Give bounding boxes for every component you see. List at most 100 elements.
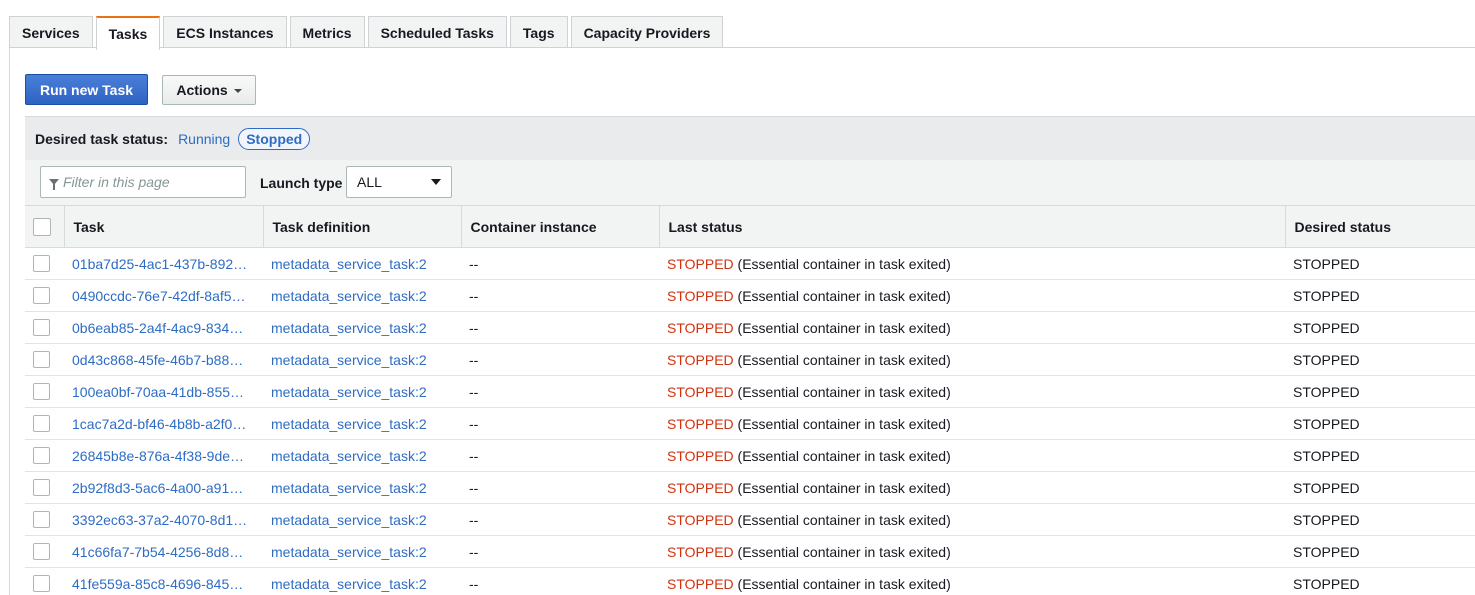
filter-input[interactable]	[63, 174, 243, 190]
last-status-cell: STOPPED (Essential container in task exi…	[659, 407, 1285, 440]
launch-type-value: ALL	[357, 174, 382, 190]
last-status-value: STOPPED	[667, 479, 734, 496]
last-status-reason: (Essential container in task exited)	[737, 383, 951, 400]
row-select-cell	[25, 535, 64, 568]
status-option-running[interactable]: Running	[178, 131, 230, 147]
task-definition-link[interactable]: metadata_service_task:2	[263, 567, 461, 595]
desired-status-value: STOPPED	[1285, 279, 1475, 312]
table-row[interactable]: 26845b8e-876a-4f38-9de… metadata_service_…	[25, 439, 1475, 472]
filter-bar: Launch type ALL	[25, 160, 1475, 205]
last-status-cell: STOPPED (Essential container in task exi…	[659, 375, 1285, 408]
row-checkbox[interactable]	[33, 255, 50, 272]
row-checkbox[interactable]	[33, 351, 50, 368]
tab-scheduled-tasks[interactable]: Scheduled Tasks	[367, 16, 507, 48]
row-select-cell	[25, 439, 64, 472]
container-instance-value: --	[461, 503, 659, 536]
desired-status-value: STOPPED	[1285, 503, 1475, 536]
last-status-cell: STOPPED (Essential container in task exi…	[659, 567, 1285, 595]
row-checkbox[interactable]	[33, 575, 50, 592]
task-definition-link[interactable]: metadata_service_task:2	[263, 279, 461, 312]
desired-status-value: STOPPED	[1285, 471, 1475, 504]
column-header-task-definition[interactable]: Task definition	[262, 205, 461, 248]
task-id-link[interactable]: 3392ec63-37a2-4070-8d1…	[64, 503, 263, 536]
row-checkbox[interactable]	[33, 319, 50, 336]
last-status-reason: (Essential container in task exited)	[737, 543, 951, 560]
row-select-cell	[25, 503, 64, 536]
last-status-cell: STOPPED (Essential container in task exi…	[659, 503, 1285, 536]
select-all-checkbox[interactable]	[33, 217, 51, 236]
table-row[interactable]: 0d43c868-45fe-46b7-b88… metadata_service_…	[25, 343, 1475, 376]
row-select-cell	[25, 247, 64, 280]
row-select-cell	[25, 471, 64, 504]
task-id-link[interactable]: 26845b8e-876a-4f38-9de…	[64, 439, 263, 472]
row-checkbox[interactable]	[33, 479, 50, 496]
table-row[interactable]: 0490ccdc-76e7-42df-8af5… metadata_service…	[25, 279, 1475, 312]
last-status-reason: (Essential container in task exited)	[737, 479, 951, 496]
container-instance-value: --	[461, 279, 659, 312]
tab-tasks[interactable]: Tasks	[95, 16, 161, 50]
tab-ecs-instances[interactable]: ECS Instances	[163, 16, 287, 48]
row-checkbox[interactable]	[33, 447, 50, 464]
last-status-cell: STOPPED (Essential container in task exi…	[659, 471, 1285, 504]
task-id-link[interactable]: 0490ccdc-76e7-42df-8af5…	[64, 279, 263, 312]
task-id-link[interactable]: 41c66fa7-7b54-4256-8d8…	[64, 535, 263, 568]
tab-capacity-providers[interactable]: Capacity Providers	[570, 16, 724, 48]
row-checkbox[interactable]	[33, 543, 50, 560]
task-id-link[interactable]: 0b6eab85-2a4f-4ac9-834…	[64, 311, 263, 344]
tab-services[interactable]: Services	[9, 16, 93, 48]
container-instance-value: --	[461, 439, 659, 472]
table-row[interactable]: 41c66fa7-7b54-4256-8d8… metadata_service_…	[25, 535, 1475, 568]
task-definition-link[interactable]: metadata_service_task:2	[263, 407, 461, 440]
column-header-desired-status[interactable]: Desired status	[1284, 205, 1475, 248]
task-id-link[interactable]: 1cac7a2d-bf46-4b8b-a2f0…	[64, 407, 263, 440]
last-status-value: STOPPED	[667, 575, 734, 592]
actions-label: Actions	[176, 82, 228, 98]
last-status-value: STOPPED	[667, 351, 734, 368]
column-header-last-status[interactable]: Last status	[658, 205, 1285, 248]
task-definition-link[interactable]: metadata_service_task:2	[263, 343, 461, 376]
run-new-task-button[interactable]: Run new Task	[25, 74, 148, 105]
filter-field[interactable]	[40, 166, 246, 198]
column-header-task[interactable]: Task	[63, 205, 263, 248]
task-id-link[interactable]: 41fe559a-85c8-4696-845…	[64, 567, 263, 595]
task-id-link[interactable]: 100ea0bf-70aa-41db-855…	[64, 375, 263, 408]
table-row[interactable]: 41fe559a-85c8-4696-845… metadata_service_…	[25, 567, 1475, 595]
task-id-link[interactable]: 01ba7d25-4ac1-437b-892…	[64, 247, 263, 280]
last-status-cell: STOPPED (Essential container in task exi…	[659, 247, 1285, 280]
task-definition-link[interactable]: metadata_service_task:2	[263, 503, 461, 536]
table-row[interactable]: 100ea0bf-70aa-41db-855… metadata_service_…	[25, 375, 1475, 408]
tab-metrics[interactable]: Metrics	[289, 16, 365, 48]
task-definition-link[interactable]: metadata_service_task:2	[263, 311, 461, 344]
column-header-container-instance[interactable]: Container instance	[460, 205, 659, 248]
table-row[interactable]: 2b92f8d3-5ac6-4a00-a91… metadata_service_…	[25, 471, 1475, 504]
row-checkbox[interactable]	[33, 287, 50, 304]
content-left-border	[9, 47, 10, 595]
task-definition-link[interactable]: metadata_service_task:2	[263, 247, 461, 280]
task-definition-link[interactable]: metadata_service_task:2	[263, 439, 461, 472]
task-id-link[interactable]: 0d43c868-45fe-46b7-b88…	[64, 343, 263, 376]
table-row[interactable]: 3392ec63-37a2-4070-8d1… metadata_service_…	[25, 503, 1475, 536]
table-row[interactable]: 1cac7a2d-bf46-4b8b-a2f0… metadata_service…	[25, 407, 1475, 440]
task-definition-link[interactable]: metadata_service_task:2	[263, 535, 461, 568]
row-checkbox[interactable]	[33, 511, 50, 528]
table-row[interactable]: 0b6eab85-2a4f-4ac9-834… metadata_service_…	[25, 311, 1475, 344]
task-id-link[interactable]: 2b92f8d3-5ac6-4a00-a91…	[64, 471, 263, 504]
task-definition-link[interactable]: metadata_service_task:2	[263, 375, 461, 408]
last-status-value: STOPPED	[667, 383, 734, 400]
container-instance-value: --	[461, 535, 659, 568]
row-checkbox[interactable]	[33, 383, 50, 400]
last-status-reason: (Essential container in task exited)	[737, 287, 951, 304]
status-option-stopped[interactable]: Stopped	[238, 127, 311, 150]
tab-tags[interactable]: Tags	[509, 16, 568, 48]
row-checkbox[interactable]	[33, 415, 50, 432]
last-status-reason: (Essential container in task exited)	[737, 511, 951, 528]
tasks-table: Task Task definition Container instance …	[25, 205, 1475, 595]
table-row[interactable]: 01ba7d25-4ac1-437b-892… metadata_service_…	[25, 247, 1475, 280]
row-select-cell	[25, 279, 64, 312]
last-status-reason: (Essential container in task exited)	[737, 319, 951, 336]
last-status-value: STOPPED	[667, 447, 734, 464]
actions-button[interactable]: Actions	[162, 75, 256, 105]
launch-type-select[interactable]: ALL	[346, 166, 452, 198]
select-all-cell	[25, 205, 64, 248]
task-definition-link[interactable]: metadata_service_task:2	[263, 471, 461, 504]
